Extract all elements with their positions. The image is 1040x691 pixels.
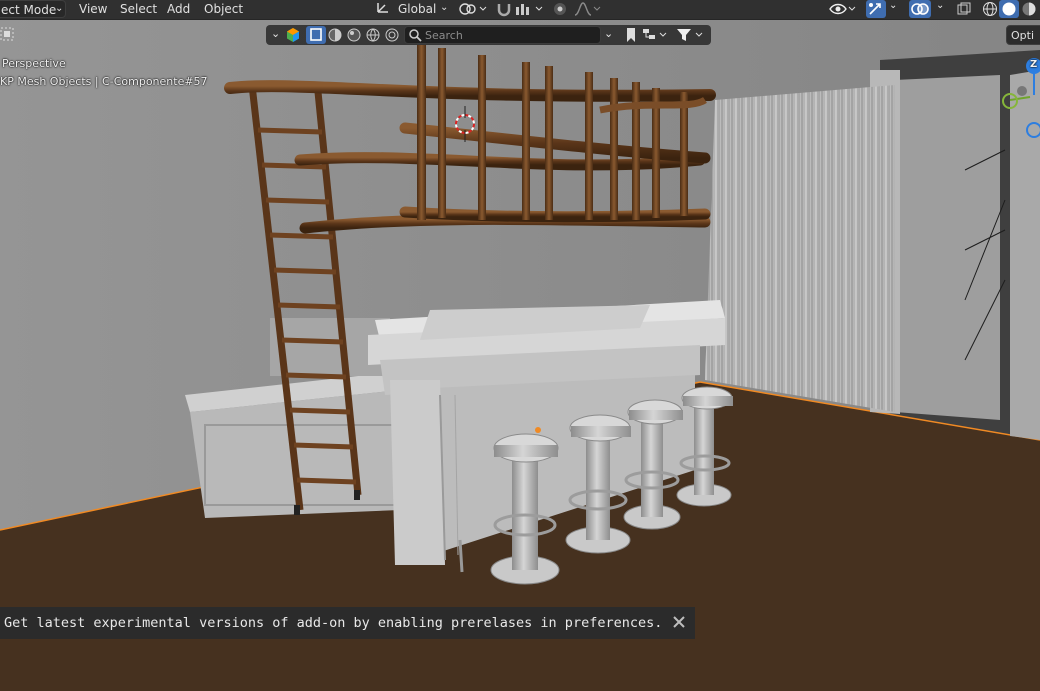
snap-target-icon[interactable]	[514, 2, 546, 19]
view-name-label: Perspective	[2, 57, 66, 70]
menu-object[interactable]: Object	[204, 1, 243, 18]
visibility-eye-icon[interactable]	[829, 1, 857, 20]
filter-material-icon[interactable]	[346, 27, 362, 46]
gizmo-z-label: Z	[1030, 59, 1038, 70]
filter-shading-icon[interactable]	[327, 27, 343, 46]
menu-view[interactable]: View	[79, 1, 107, 18]
mode-label: ect Mode	[1, 3, 57, 17]
object-type-color-icon[interactable]	[285, 27, 301, 46]
collection-info-label: KP Mesh Objects | C-Componente#57	[0, 75, 208, 88]
chevron-down-icon[interactable]: ⌄	[936, 0, 944, 11]
search-icon	[408, 28, 422, 45]
menu-select[interactable]: Select	[120, 1, 157, 18]
toolbar-toggle-icon[interactable]	[0, 27, 14, 44]
shading-wireframe-icon[interactable]	[982, 1, 998, 20]
chevron-down-icon: ⌄	[55, 3, 64, 14]
filter-world-icon[interactable]	[365, 27, 381, 46]
chevron-down-icon[interactable]: ⌄	[271, 27, 280, 40]
search-input[interactable]	[425, 28, 595, 42]
options-button[interactable]: Opti	[1006, 25, 1040, 45]
shading-solid-icon[interactable]	[999, 0, 1019, 18]
orientation-label: Global	[398, 2, 437, 16]
shading-material-icon[interactable]	[1021, 1, 1037, 20]
filter-funnel-icon[interactable]	[676, 27, 706, 46]
xray-toggle-icon[interactable]	[956, 1, 972, 20]
falloff-curve-icon[interactable]	[574, 2, 602, 19]
chevron-down-icon: ⌄	[440, 2, 449, 13]
options-label: Opti	[1011, 29, 1035, 42]
notification-toast: Get latest experimental versions of add-…	[0, 607, 695, 639]
menu-add[interactable]: Add	[167, 1, 190, 18]
notification-message: Get latest experimental versions of add-…	[4, 615, 663, 631]
gizmo-toggle-icon[interactable]	[866, 0, 886, 18]
hierarchy-icon[interactable]	[642, 27, 668, 46]
close-icon[interactable]	[671, 614, 687, 630]
mode-dropdown[interactable]: ect Mode ⌄	[0, 0, 66, 18]
3d-viewport[interactable]	[0, 0, 1040, 691]
pivot-point-icon[interactable]	[458, 2, 488, 19]
overlays-toggle-icon[interactable]	[909, 0, 931, 18]
orientation-axes-icon	[376, 0, 390, 19]
transform-orientation-dropdown[interactable]: Global ⌄	[374, 0, 452, 18]
chevron-down-icon[interactable]: ⌄	[604, 27, 613, 40]
chevron-down-icon[interactable]: ⌄	[889, 0, 897, 11]
outliner-search-field[interactable]	[404, 26, 601, 44]
proportional-editing-icon[interactable]	[552, 1, 568, 20]
filter-render-icon[interactable]	[384, 27, 400, 46]
select-mode-box-icon[interactable]	[306, 26, 326, 44]
bookmark-icon[interactable]	[624, 27, 638, 46]
snap-icon[interactable]	[496, 1, 512, 20]
